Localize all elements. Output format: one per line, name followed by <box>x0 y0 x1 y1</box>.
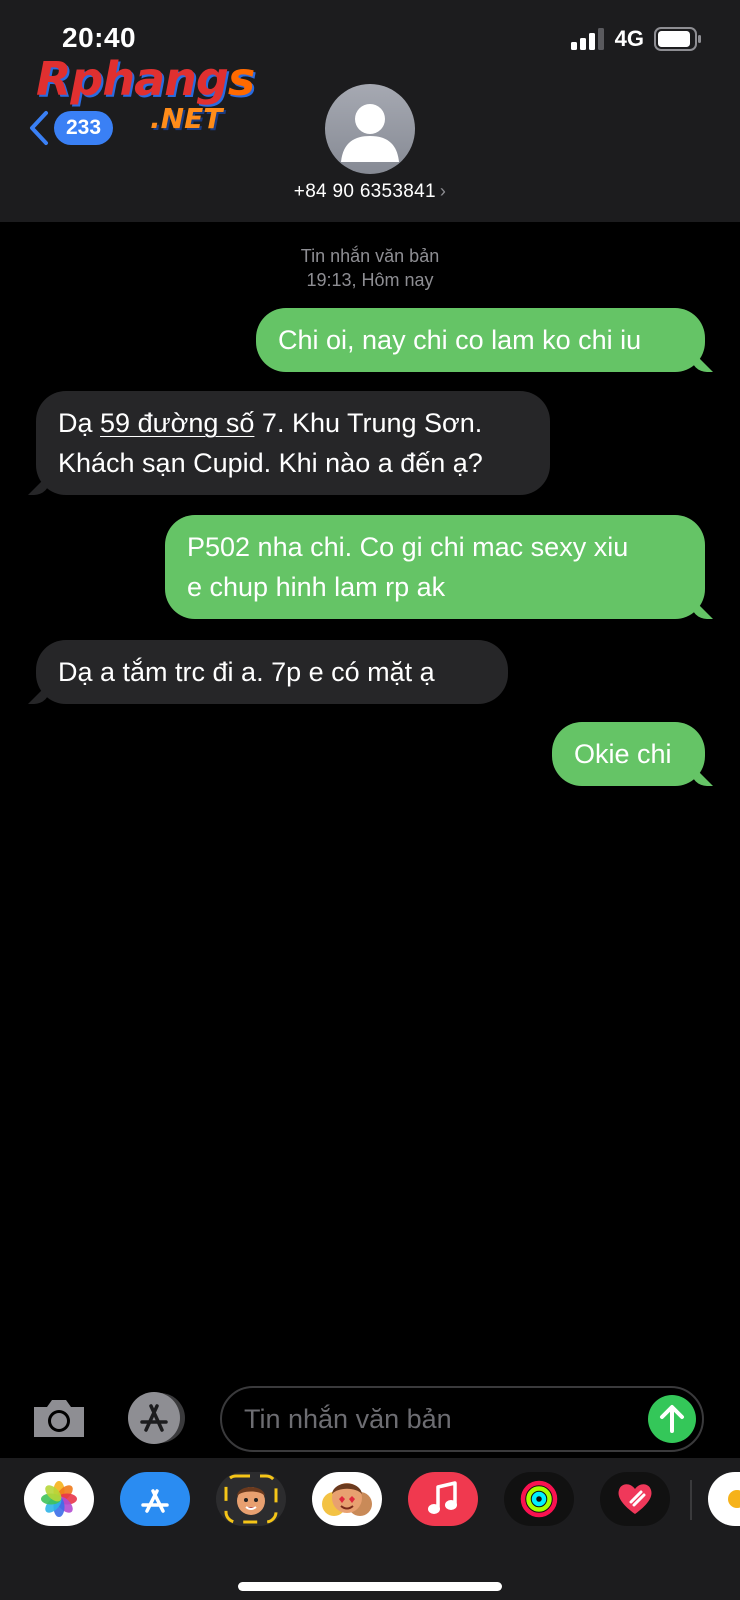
music-icon <box>428 1481 457 1514</box>
battery-icon <box>654 27 701 51</box>
message-bubble-sent[interactable]: Chi oi, nay chi co lam ko chi iu <box>256 308 705 372</box>
message-bubble-received[interactable]: Dạ a tắm trc đi a. 7p e có mặt ạ <box>36 640 508 704</box>
status-indicators: 4G <box>570 26 702 52</box>
memoji-icon <box>224 1474 278 1524</box>
contact-name[interactable]: +84 90 6353841 › <box>0 181 740 203</box>
contact-avatar[interactable] <box>325 84 415 174</box>
app-icon <box>728 1490 740 1508</box>
camera-icon <box>34 1400 84 1437</box>
photos-app[interactable] <box>24 1472 94 1526</box>
heartbeat-app[interactable] <box>600 1472 670 1526</box>
app-drawer-divider <box>690 1480 692 1520</box>
home-indicator[interactable] <box>238 1582 502 1591</box>
memoji-stickers-icon <box>322 1483 372 1516</box>
message-bubble-received[interactable]: Dạ 59 đường số 7. Khu Trung Sơn. Khách s… <box>36 391 550 495</box>
send-button[interactable] <box>648 1395 696 1443</box>
chevron-left-icon <box>30 111 48 145</box>
back-button[interactable]: 233 <box>28 110 114 146</box>
message-timestamp: Tin nhắn văn bản 19:13, Hôm nay <box>300 246 440 290</box>
status-time: 20:40 <box>62 22 137 53</box>
music-app[interactable] <box>408 1472 478 1526</box>
app-store-icon <box>141 1489 169 1513</box>
app-store-icon <box>128 1392 185 1444</box>
message-bubble-sent[interactable]: P502 nha chi. Co gi chi mac sexy xiu e c… <box>165 515 705 619</box>
network-label: 4G <box>614 26 644 51</box>
heart-icon <box>618 1484 652 1514</box>
message-input-wrapper <box>220 1386 704 1452</box>
address-link[interactable]: 59 đường số <box>100 408 254 438</box>
activity-icon <box>520 1480 558 1518</box>
memoji-app[interactable] <box>216 1472 286 1526</box>
app-store-app[interactable] <box>120 1472 190 1526</box>
camera-button[interactable] <box>28 1390 90 1446</box>
person-icon <box>341 104 399 162</box>
activity-app[interactable] <box>504 1472 574 1526</box>
compose-bar <box>0 1378 740 1458</box>
message-input[interactable] <box>244 1388 634 1450</box>
conversation-header: 20:40 4G Rphangs .NET 233 +84 90 6353841… <box>0 0 740 222</box>
message-bubble-sent[interactable]: Okie chi <box>552 722 705 786</box>
unread-badge: 233 <box>54 111 114 145</box>
memoji-stickers-app[interactable] <box>312 1472 382 1526</box>
more-app[interactable] <box>708 1472 740 1526</box>
imessage-app-drawer <box>0 1458 740 1600</box>
send-arrow-icon <box>660 1405 684 1433</box>
watermark-logo: Rphangs .NET <box>36 52 255 135</box>
chevron-right-icon: › <box>439 181 447 201</box>
signal-icon <box>570 28 604 50</box>
app-store-button[interactable] <box>124 1388 190 1448</box>
photos-icon <box>41 1481 77 1517</box>
